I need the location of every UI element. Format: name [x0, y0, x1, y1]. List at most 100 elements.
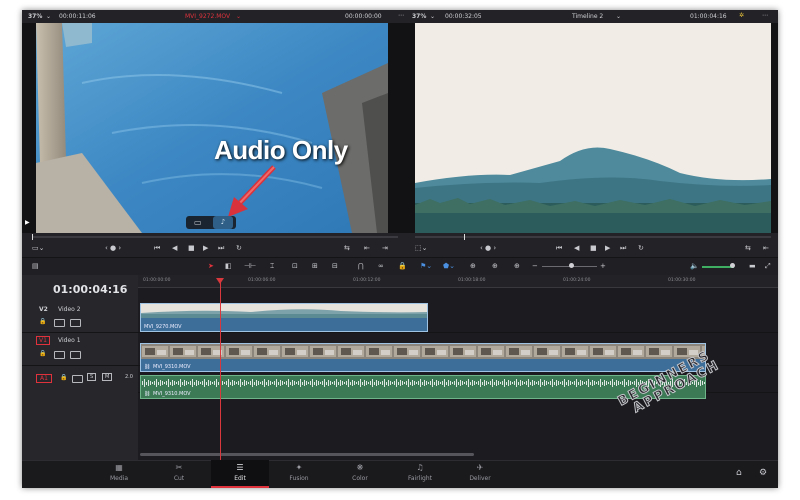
timeline-match-frame-icon[interactable]: ⇆ [745, 244, 751, 252]
track-id-a1[interactable]: A1 [36, 374, 52, 383]
zoom-in-icon[interactable]: + [600, 262, 606, 270]
source-viewer[interactable]: Audio Only ▭ ♪ ▶ [22, 23, 410, 233]
timeline-jog-icon[interactable]: ‹ ● › [480, 244, 496, 252]
dynamic-trim-icon[interactable]: ⊣⊢ [244, 262, 256, 270]
v2-lock-icon[interactable]: 🔒 [39, 318, 46, 326]
video-only-icon[interactable]: ▭ [194, 218, 202, 227]
zoom-out-icon[interactable]: − [532, 262, 538, 270]
home-icon[interactable]: ⌂ [736, 469, 742, 478]
timeline-zoom[interactable]: 37% [412, 13, 426, 20]
marker-icon[interactable]: ⬟⌄ [443, 262, 455, 270]
replace-clip-icon[interactable]: ⊟ [332, 262, 338, 270]
timeline-play-icon[interactable]: ▶ [605, 244, 610, 252]
clip-dropdown-icon[interactable]: ⌄ [236, 13, 241, 20]
source-first-frame-icon[interactable]: ⏮ [154, 244, 160, 252]
v2-auto-select-button[interactable] [54, 319, 65, 327]
nav-edit[interactable]: ☰ Edit [211, 460, 269, 488]
timeline-viewer[interactable] [410, 23, 778, 233]
source-jog-icon[interactable]: ‹ ● › [105, 244, 121, 252]
selection-tool-icon[interactable]: ➤ [208, 262, 214, 270]
current-timecode[interactable]: 01:00:04:16 [53, 283, 127, 296]
a1-solo-button[interactable]: S [87, 373, 97, 381]
source-play-icon[interactable]: ▶ [203, 244, 208, 252]
source-last-frame-icon[interactable]: ⏭ [218, 244, 224, 252]
timeline-layout-icon[interactable]: ▤ [32, 262, 39, 270]
timecode-panel: 01:00:04:16 [22, 275, 138, 303]
track-header-a1[interactable]: A1 🔒 S M 2.0 [22, 366, 138, 393]
timeline-loop-icon[interactable]: ↻ [638, 244, 644, 252]
flag-icon[interactable]: ⚑⌄ [420, 262, 432, 270]
a1-lock-icon[interactable]: 🔒 [60, 374, 67, 382]
fullscreen-icon[interactable]: ⤢ [765, 262, 771, 270]
v1-lock-icon[interactable]: 🔒 [39, 350, 46, 358]
playhead-line[interactable] [220, 282, 221, 460]
color-picker-icon[interactable]: ✲ [739, 12, 744, 19]
timeline-zoom-dropdown-icon[interactable]: ⌄ [430, 13, 435, 20]
timeline-horizontal-scrollbar[interactable] [140, 453, 474, 456]
track-name-v1[interactable]: Video 1 [58, 337, 81, 344]
track-header-v2[interactable]: V2 Video 2 🔒 [22, 302, 138, 333]
nav-fusion[interactable]: ✦ Fusion [270, 460, 328, 488]
source-zoom-dropdown-icon[interactable]: ⌄ [46, 13, 51, 20]
zoom-custom-icon[interactable]: ⊕ [514, 262, 520, 270]
source-match-frame-icon[interactable]: ⇆ [344, 244, 350, 252]
cut-icon: ✂ [175, 463, 183, 472]
track-id-v1[interactable]: V1 [36, 336, 50, 345]
timeline-reverse-icon[interactable]: ◀ [574, 244, 579, 252]
trim-tool-icon[interactable]: ◧ [225, 262, 232, 270]
timeline-mark-in-icon[interactable]: ⇤ [763, 244, 769, 252]
overwrite-clip-icon[interactable]: ⊞ [312, 262, 318, 270]
zoom-detail-icon[interactable]: ⊕ [492, 262, 498, 270]
audio-meter-icon[interactable]: ▬ [749, 262, 756, 270]
v1-clip[interactable]: ⛓ MVI_9310.MOV [140, 343, 706, 372]
timeline-name[interactable]: Timeline 2 [572, 13, 603, 20]
timeline-name-dropdown-icon[interactable]: ⌄ [616, 13, 621, 20]
nav-fairlight[interactable]: ♫ Fairlight [391, 460, 449, 488]
v1-auto-select-button[interactable] [54, 351, 65, 359]
blade-tool-icon[interactable]: ⌶ [270, 262, 274, 270]
volume-slider-handle[interactable] [730, 263, 735, 268]
source-mark-in-icon[interactable]: ⇤ [364, 244, 370, 252]
timeline-view-options-icon[interactable]: ⬚⌄ [415, 244, 427, 252]
zoom-full-icon[interactable]: ⊕ [470, 262, 476, 270]
source-loop-icon[interactable]: ↻ [236, 244, 242, 252]
source-mark-out-icon[interactable]: ⇥ [382, 244, 388, 252]
nav-cut[interactable]: ✂ Cut [150, 460, 208, 488]
source-scrubber[interactable] [32, 236, 398, 238]
a1-auto-select-button[interactable] [72, 375, 83, 383]
volume-icon[interactable]: 🔈 [690, 262, 699, 270]
insert-clip-icon[interactable]: ⊡ [292, 262, 298, 270]
v1-enable-video-button[interactable] [70, 351, 81, 359]
linked-selection-icon[interactable]: ∞ [378, 262, 384, 270]
timeline-last-frame-icon[interactable]: ⏭ [620, 244, 626, 252]
source-stop-icon[interactable]: ■ [188, 244, 195, 252]
source-reverse-icon[interactable]: ◀ [172, 244, 177, 252]
source-clip-name[interactable]: MVI_9272.MOV [185, 13, 230, 20]
settings-gear-icon[interactable]: ⚙ [759, 469, 767, 478]
source-scrub-handle[interactable] [32, 234, 33, 240]
playhead-handle[interactable] [216, 278, 224, 284]
timeline-ruler[interactable]: 01:00:00:00 01:00:06:00 01:00:12:00 01:0… [138, 275, 778, 288]
zoom-slider-handle[interactable] [569, 263, 574, 268]
source-zoom[interactable]: 37% [28, 13, 42, 20]
nav-media[interactable]: ▦ Media [90, 460, 148, 488]
position-lock-icon[interactable]: 🔒 [398, 262, 407, 270]
track-header-v1[interactable]: V1 Video 1 🔒 [22, 333, 138, 366]
timeline-options-icon[interactable]: ⋯ [762, 12, 768, 19]
snapping-icon[interactable]: ⋂ [358, 262, 364, 270]
source-view-options-icon[interactable]: ▭⌄ [32, 244, 44, 252]
timeline-first-frame-icon[interactable]: ⏮ [556, 244, 562, 252]
audio-only-icon[interactable]: ♪ [213, 216, 233, 229]
timeline-scrub-handle[interactable] [464, 234, 465, 240]
track-name-v2[interactable]: Video 2 [58, 306, 81, 313]
source-options-icon[interactable]: ⋯ [398, 12, 404, 19]
track-area[interactable]: MVI_9270.MOV ⛓ MVI_9310.MOV ⛓ MVI_9310.M… [138, 302, 778, 460]
nav-deliver[interactable]: ✈ Deliver [451, 460, 509, 488]
track-divider [138, 332, 778, 333]
v2-clip[interactable]: MVI_9270.MOV [140, 303, 428, 332]
nav-color[interactable]: ❋ Color [331, 460, 389, 488]
timeline-scrubber[interactable] [415, 236, 771, 238]
timeline-stop-icon[interactable]: ■ [590, 244, 597, 252]
v2-enable-video-button[interactable] [70, 319, 81, 327]
a1-mute-button[interactable]: M [102, 373, 113, 381]
